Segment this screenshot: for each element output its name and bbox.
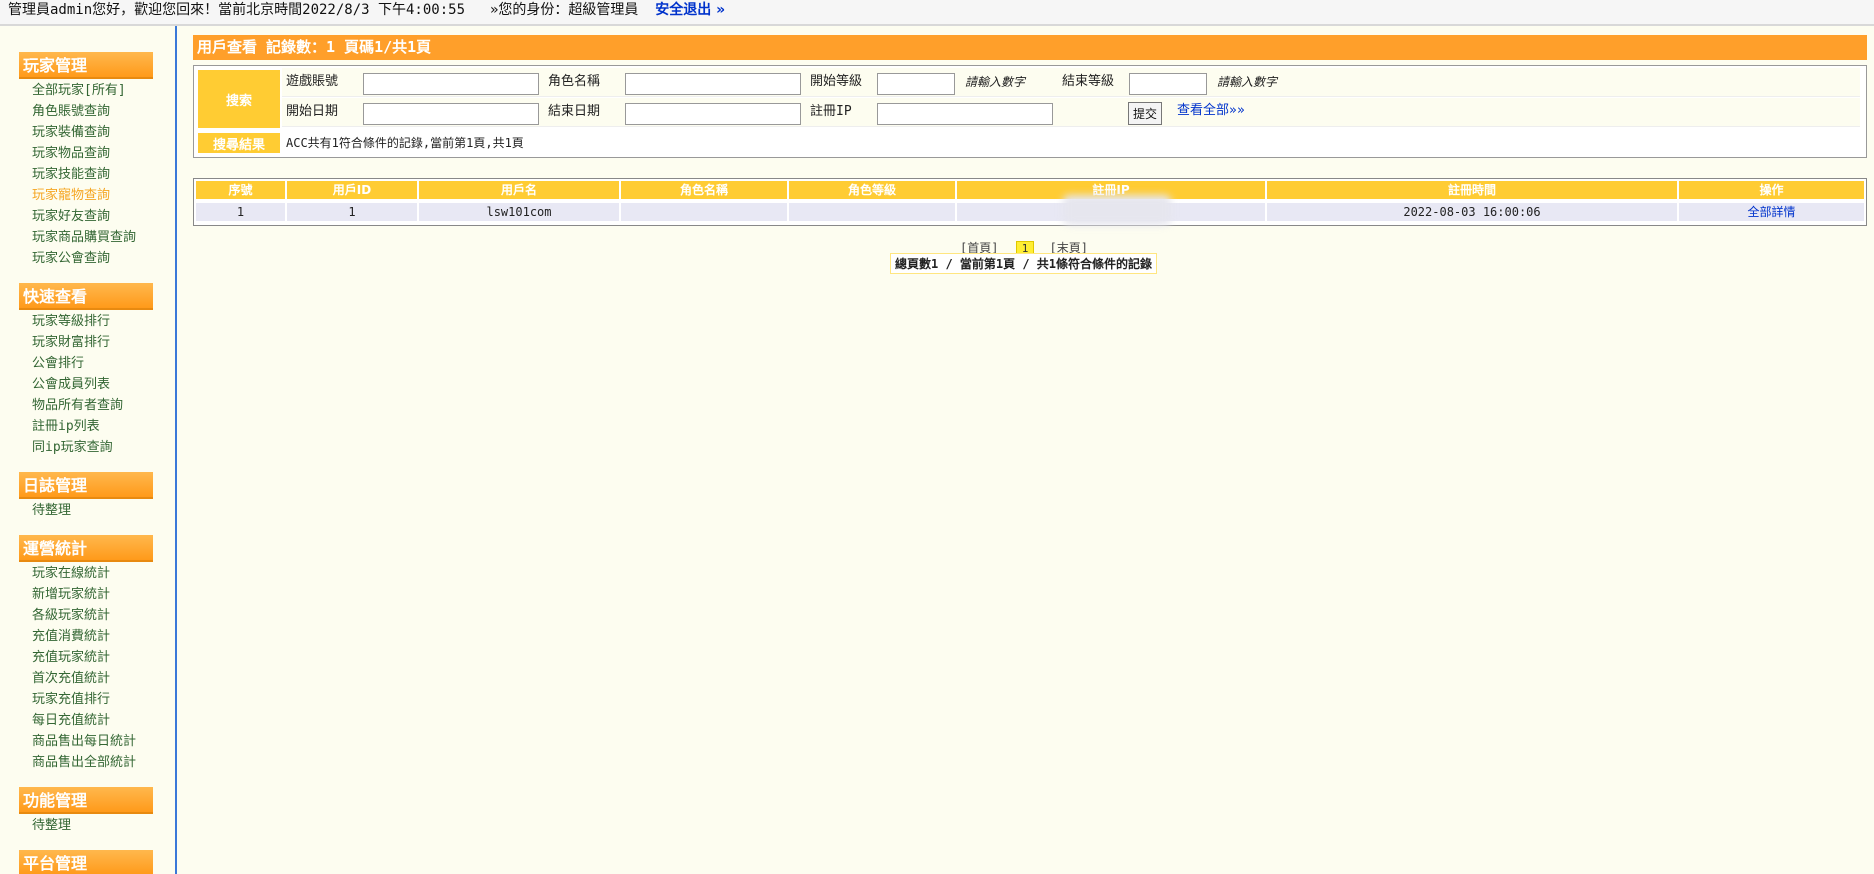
col-header-index: 序號 xyxy=(196,181,285,199)
cell-action: 全部詳情 xyxy=(1679,203,1864,221)
col-header-username: 用戶名 xyxy=(419,181,619,199)
sidebar-item-item-query[interactable]: 玩家物品查詢 xyxy=(32,145,110,163)
start-date-input[interactable] xyxy=(363,103,539,125)
sidebar: 玩家管理 全部玩家[所有] 角色賬號查詢 玩家裝備查詢 玩家物品查詢 玩家技能查… xyxy=(0,26,177,874)
sidebar-item-reg-ip-list[interactable]: 註冊ip列表 xyxy=(32,418,100,436)
details-link[interactable]: 全部詳情 xyxy=(1747,205,1795,219)
search-form: 搜索 遊戲賬號 角色名稱 開始等級 請輸入數字 結束等級 請輸入數字 開始日期 … xyxy=(193,65,1867,158)
result-label: 搜尋結果 xyxy=(198,133,280,153)
sidebar-item-guild-ranking[interactable]: 公會排行 xyxy=(32,355,84,373)
cell-role-name xyxy=(621,203,787,221)
col-header-role-level: 角色等級 xyxy=(789,181,955,199)
sidebar-item-daily-sales-stats[interactable]: 商品售出每日統計 xyxy=(32,733,136,751)
sidebar-item-recharge-consume-stats[interactable]: 充值消費統計 xyxy=(32,628,110,646)
reg-ip-input[interactable] xyxy=(877,103,1053,125)
start-date-label: 開始日期 xyxy=(286,104,339,119)
sidebar-item-online-stats[interactable]: 玩家在線統計 xyxy=(32,565,110,583)
greeting-text: 管理員admin您好，歡迎您回來！當前北京時間2022/8/3 下午4:00:5… xyxy=(8,2,466,18)
top-bar: 管理員admin您好，歡迎您回來！當前北京時間2022/8/3 下午4:00:5… xyxy=(0,0,1874,26)
sidebar-item-item-owner-query[interactable]: 物品所有者查詢 xyxy=(32,397,123,415)
sidebar-item-all-players[interactable]: 全部玩家[所有] xyxy=(32,82,126,100)
section-operation-stats[interactable]: 運營統計 xyxy=(19,535,153,562)
start-level-hint: 請輸入數字 xyxy=(965,75,1026,89)
view-all-link[interactable]: 查看全部»» xyxy=(1177,97,1245,125)
col-header-role-name: 角色名稱 xyxy=(621,181,787,199)
end-level-label: 結束等級 xyxy=(1062,74,1115,89)
submit-button[interactable]: 提交 xyxy=(1128,102,1162,125)
col-header-user-id: 用戶ID xyxy=(287,181,417,199)
role-text: »您的身份：超級管理員 xyxy=(490,2,639,18)
search-label: 搜索 xyxy=(198,70,280,128)
sidebar-item-same-ip-query[interactable]: 同ip玩家查詢 xyxy=(32,439,113,457)
end-date-input[interactable] xyxy=(625,103,801,125)
section-player-management[interactable]: 玩家管理 xyxy=(19,52,153,79)
sidebar-item-function-pending[interactable]: 待整理 xyxy=(32,817,71,835)
role-name-label: 角色名稱 xyxy=(548,74,601,89)
start-level-input[interactable] xyxy=(877,73,955,95)
sidebar-item-log-pending[interactable]: 待整理 xyxy=(32,502,71,520)
sidebar-item-role-account-query[interactable]: 角色賬號查詢 xyxy=(32,103,110,121)
sidebar-item-guild-members[interactable]: 公會成員列表 xyxy=(32,376,110,394)
sidebar-item-total-sales-stats[interactable]: 商品售出全部統計 xyxy=(32,754,136,772)
redacted-ip-blur xyxy=(1063,195,1171,225)
sidebar-item-level-player-stats[interactable]: 各級玩家統計 xyxy=(32,607,110,625)
user-table: 序號 用戶ID 用戶名 角色名稱 角色等級 註冊IP 註冊時間 操作 1 1 l… xyxy=(193,178,1867,226)
cell-index: 1 xyxy=(196,203,285,221)
logout-link[interactable]: 安全退出 » xyxy=(655,2,725,18)
col-header-reg-time: 註冊時間 xyxy=(1267,181,1677,199)
account-input[interactable] xyxy=(363,73,539,95)
col-header-action: 操作 xyxy=(1679,181,1864,199)
sidebar-item-daily-recharge-stats[interactable]: 每日充值統計 xyxy=(32,712,110,730)
end-date-label: 結束日期 xyxy=(548,104,601,119)
result-summary: ACC共有1符合條件的記錄,當前第1頁,共1頁 xyxy=(286,136,524,150)
end-level-input[interactable] xyxy=(1129,73,1207,95)
sidebar-item-wealth-ranking[interactable]: 玩家財富排行 xyxy=(32,334,110,352)
sidebar-item-first-recharge-stats[interactable]: 首次充值統計 xyxy=(32,670,110,688)
cell-role-level xyxy=(789,203,955,221)
cell-reg-time: 2022-08-03 16:00:06 xyxy=(1267,203,1677,221)
section-quick-view[interactable]: 快速查看 xyxy=(19,283,153,310)
role-name-input[interactable] xyxy=(625,73,801,95)
page-title: 用戶查看 記錄數：1 頁碼1/共1頁 xyxy=(193,35,1867,60)
account-label: 遊戲賬號 xyxy=(286,74,339,89)
reg-ip-label: 註冊IP xyxy=(810,104,852,119)
sidebar-item-skill-query[interactable]: 玩家技能查詢 xyxy=(32,166,110,184)
section-log-management[interactable]: 日誌管理 xyxy=(19,472,153,499)
sidebar-item-pet-query[interactable]: 玩家寵物查詢 xyxy=(32,187,110,205)
sidebar-item-recharge-ranking[interactable]: 玩家充值排行 xyxy=(32,691,110,709)
section-platform-management[interactable]: 平台管理 xyxy=(19,850,153,874)
sidebar-item-purchase-query[interactable]: 玩家商品購買查詢 xyxy=(32,229,136,247)
start-level-label: 開始等級 xyxy=(810,74,863,89)
sidebar-item-recharge-player-stats[interactable]: 充值玩家統計 xyxy=(32,649,110,667)
section-function-management[interactable]: 功能管理 xyxy=(19,787,153,814)
end-level-hint: 請輸入數字 xyxy=(1217,75,1278,89)
sidebar-item-level-ranking[interactable]: 玩家等級排行 xyxy=(32,313,110,331)
role-info: »您的身份：超級管理員 安全退出 » xyxy=(490,0,725,20)
sidebar-item-friend-query[interactable]: 玩家好友查詢 xyxy=(32,208,110,226)
cell-user-id: 1 xyxy=(287,203,417,221)
sidebar-item-new-player-stats[interactable]: 新增玩家統計 xyxy=(32,586,110,604)
pager-summary: 總頁數1 / 當前第1頁 / 共1條符合條件的記錄 xyxy=(890,253,1158,274)
sidebar-item-guild-query[interactable]: 玩家公會查詢 xyxy=(32,250,110,268)
cell-username: lsw101com xyxy=(419,203,619,221)
sidebar-item-equipment-query[interactable]: 玩家裝備查詢 xyxy=(32,124,110,142)
